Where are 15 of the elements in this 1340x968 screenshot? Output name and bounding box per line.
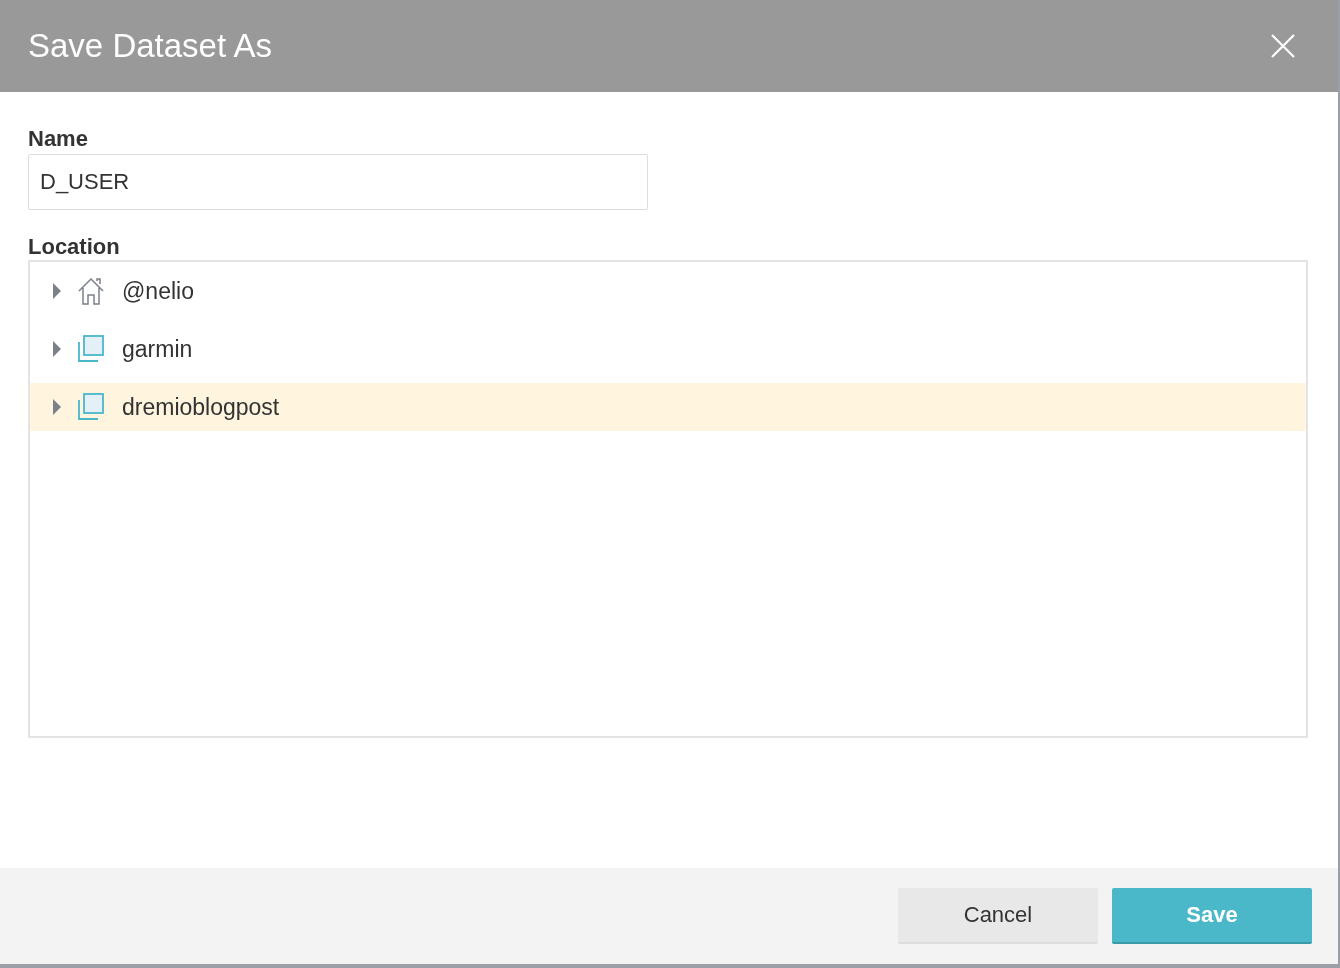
location-label: Location [28,234,120,260]
tree-item[interactable]: dremioblogpost [30,383,1306,431]
name-input-field[interactable]: D_USER [28,154,648,210]
stacked-squares-icon [76,334,106,364]
dialog-title: Save Dataset As [28,27,272,65]
house-icon [76,276,106,306]
cancel-button[interactable]: Cancel [898,888,1098,944]
close-icon[interactable] [1270,33,1296,59]
tree-item[interactable]: @nelio [30,262,1306,320]
caret-icon[interactable] [52,341,62,357]
caret-icon[interactable] [52,399,62,415]
caret-icon[interactable] [52,283,62,299]
tree-item[interactable]: garmin [30,320,1306,378]
name-label: Name [28,126,88,152]
stacked-squares-icon [76,392,106,422]
